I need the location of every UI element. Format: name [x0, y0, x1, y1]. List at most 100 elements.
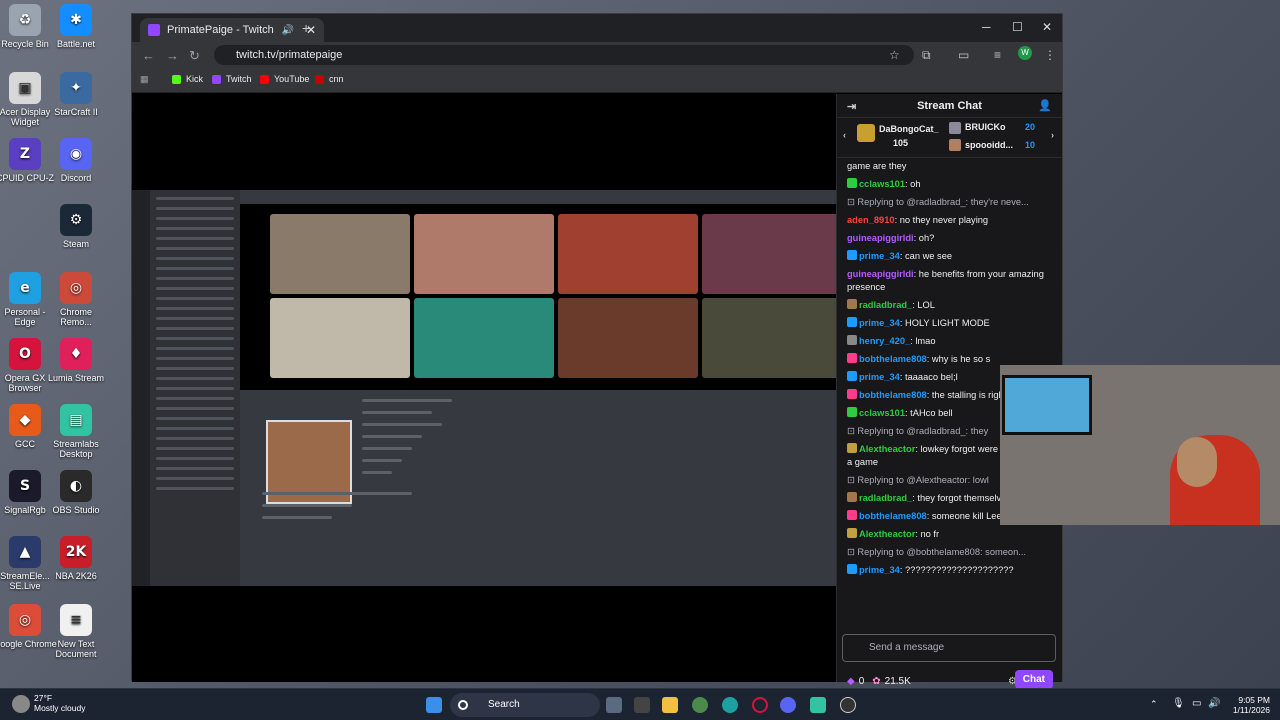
cam-tile [270, 214, 410, 294]
chat-username[interactable]: prime_34 [859, 251, 900, 261]
collapse-chat-icon[interactable]: ⇥ [847, 100, 856, 113]
weather-widget[interactable]: 27°F Mostly cloudy [34, 693, 86, 713]
cast-icon[interactable]: ▭ [958, 48, 969, 62]
taskbar-search[interactable]: Search [450, 693, 600, 717]
task-view-icon[interactable] [606, 697, 622, 713]
widgets-icon[interactable] [634, 697, 650, 713]
chat-message: prime_34: ????????????????????? [847, 564, 1053, 577]
chat-message-text: : taaaaco bel;l [899, 372, 958, 382]
channel-points-count: 21.5K [884, 675, 911, 687]
desktop-icon[interactable]: ◉ Discord [44, 138, 108, 183]
next-arrow-icon[interactable]: › [1051, 130, 1054, 140]
chat-username[interactable]: radladbrad_ [859, 493, 912, 503]
taskbar-clock[interactable]: 9:05 PM 1/11/2026 [1233, 695, 1270, 715]
microphone-icon[interactable]: 🎙 [1172, 698, 1185, 709]
maximize-icon[interactable]: ☐ [1012, 20, 1023, 34]
desktop-icon[interactable]: ⚙ Steam [44, 204, 108, 249]
opera-taskbar-icon[interactable] [752, 697, 768, 713]
chat-message-text: : why is he so s [926, 354, 991, 364]
chat-username[interactable]: cclaws101 [859, 408, 905, 418]
chat-badge-icon [847, 407, 857, 417]
reply-icon: ⊡ [847, 547, 858, 557]
weather-icon[interactable] [12, 695, 30, 713]
weather-temp: 27°F [34, 693, 53, 703]
streamer-head [1177, 437, 1217, 487]
chat-message: prime_34: HOLY LIGHT MODE [847, 317, 1053, 330]
bookmark-label: Kick [186, 74, 204, 84]
chat-username[interactable]: radladbrad_ [859, 300, 912, 310]
stream-video-player[interactable] [132, 94, 842, 682]
start-button[interactable] [426, 697, 442, 713]
network-icon[interactable]: ▭ [1192, 698, 1201, 709]
profile-avatar-icon[interactable]: W [1018, 46, 1032, 60]
desktop-icon[interactable]: ◐ OBS Studio [44, 470, 108, 515]
desktop-icon[interactable]: ▤ Streamlabs Desktop [44, 404, 108, 459]
chat-username[interactable]: bobthelame808 [859, 390, 927, 400]
chat-badge-icon [847, 510, 857, 520]
streamlabs-icon: ▤ [60, 404, 92, 436]
cam-tile [702, 214, 842, 294]
gifter-name: BRUICKo [965, 122, 1006, 132]
obs-icon: ◐ [60, 470, 92, 502]
speaker-icon[interactable]: 🔊 [281, 25, 293, 36]
chat-username[interactable]: prime_34 [859, 372, 900, 382]
chat-username[interactable]: bobthelame808 [859, 354, 927, 364]
volume-icon[interactable]: 🔊 [1208, 698, 1220, 709]
minimize-icon[interactable]: ─ [982, 20, 991, 34]
reload-icon[interactable]: ↻ [189, 48, 200, 64]
discord-dm-list [150, 190, 240, 586]
channel-points-icon[interactable]: ✿ [872, 676, 880, 687]
back-icon[interactable]: ← [142, 48, 155, 63]
chat-username[interactable]: prime_34 [859, 565, 900, 575]
bookmark-star-icon[interactable]: ☆ [889, 48, 900, 62]
prev-arrow-icon[interactable]: ‹ [843, 130, 846, 140]
search-label: Search [488, 699, 520, 710]
community-icon[interactable]: 👤 [1038, 99, 1052, 112]
edge-taskbar-icon[interactable] [722, 697, 738, 713]
bookmark-youtube[interactable]: YouTube [260, 74, 309, 84]
address-bar-row: ← → ↻ twitch.tv/primatepaige ☆ ⧉ ▭ ≡ W ⋮ [132, 42, 1062, 68]
gifter-count: 10 [1025, 140, 1036, 150]
bookmark-cnn[interactable]: cnn [315, 74, 344, 84]
bookmark-label: Twitch [226, 74, 252, 84]
file-explorer-icon[interactable] [662, 697, 678, 713]
desktop-icon[interactable]: ≡ New Text Document [44, 604, 108, 659]
tray-overflow-icon[interactable]: ⌃ [1150, 699, 1158, 710]
chrome-taskbar-icon[interactable] [692, 697, 708, 713]
app-taskbar-icon[interactable] [840, 697, 856, 713]
chat-username[interactable]: henry_420_ [859, 336, 910, 346]
chat-username[interactable]: Alextheactor [859, 529, 915, 539]
forward-icon[interactable]: → [166, 48, 179, 63]
chat-message-text: : no they never playing [894, 215, 989, 225]
browser-tab[interactable]: PrimatePaige - Twitch 🔊 ✕ [140, 18, 324, 42]
chat-username[interactable]: aden_8910 [847, 215, 895, 225]
desktop-icon[interactable]: ✱ Battle.net [44, 4, 108, 49]
chat-input[interactable]: Send a message [842, 634, 1056, 662]
close-window-icon[interactable]: ✕ [1042, 20, 1052, 34]
chat-username[interactable]: cclaws101 [859, 179, 905, 189]
menu-icon[interactable]: ⋮ [1044, 48, 1056, 62]
discord-taskbar-icon[interactable] [780, 697, 796, 713]
desktop-icon[interactable]: ◎ Chrome Remo... [44, 272, 108, 327]
gifter-name: DaBongoCat_ [879, 124, 939, 134]
tab-title: PrimatePaige - Twitch [167, 24, 274, 36]
chat-username[interactable]: guineapiggirldi [847, 233, 914, 243]
desktop-icon[interactable]: ✦ StarCraft II [44, 72, 108, 117]
bookmark-kick[interactable]: Kick [172, 74, 203, 84]
chat-username[interactable]: Alextheactor [859, 444, 915, 454]
streamlabs-taskbar-icon[interactable] [810, 697, 826, 713]
chat-username[interactable]: prime_34 [859, 318, 900, 328]
extensions-icon[interactable]: ⧉ [922, 48, 931, 63]
chat-username[interactable]: bobthelame808 [859, 511, 927, 521]
desktop-icon-label: Discord [60, 173, 92, 183]
chat-send-button[interactable]: Chat [1014, 670, 1053, 689]
new-tab-icon[interactable]: + [302, 20, 310, 36]
desktop-icon[interactable]: 2K NBA 2K26 [44, 536, 108, 581]
media-icon[interactable]: ≡ [994, 48, 1001, 62]
apps-icon[interactable]: ▦ [140, 74, 149, 85]
desktop-icon[interactable]: ♦ Lumia Stream [44, 338, 108, 383]
chat-username[interactable]: guineapiggirldi [847, 269, 914, 279]
url-field[interactable]: twitch.tv/primatepaige [214, 45, 914, 65]
bookmark-twitch[interactable]: Twitch [212, 74, 252, 84]
bits-icon[interactable]: ◆ [847, 676, 855, 687]
